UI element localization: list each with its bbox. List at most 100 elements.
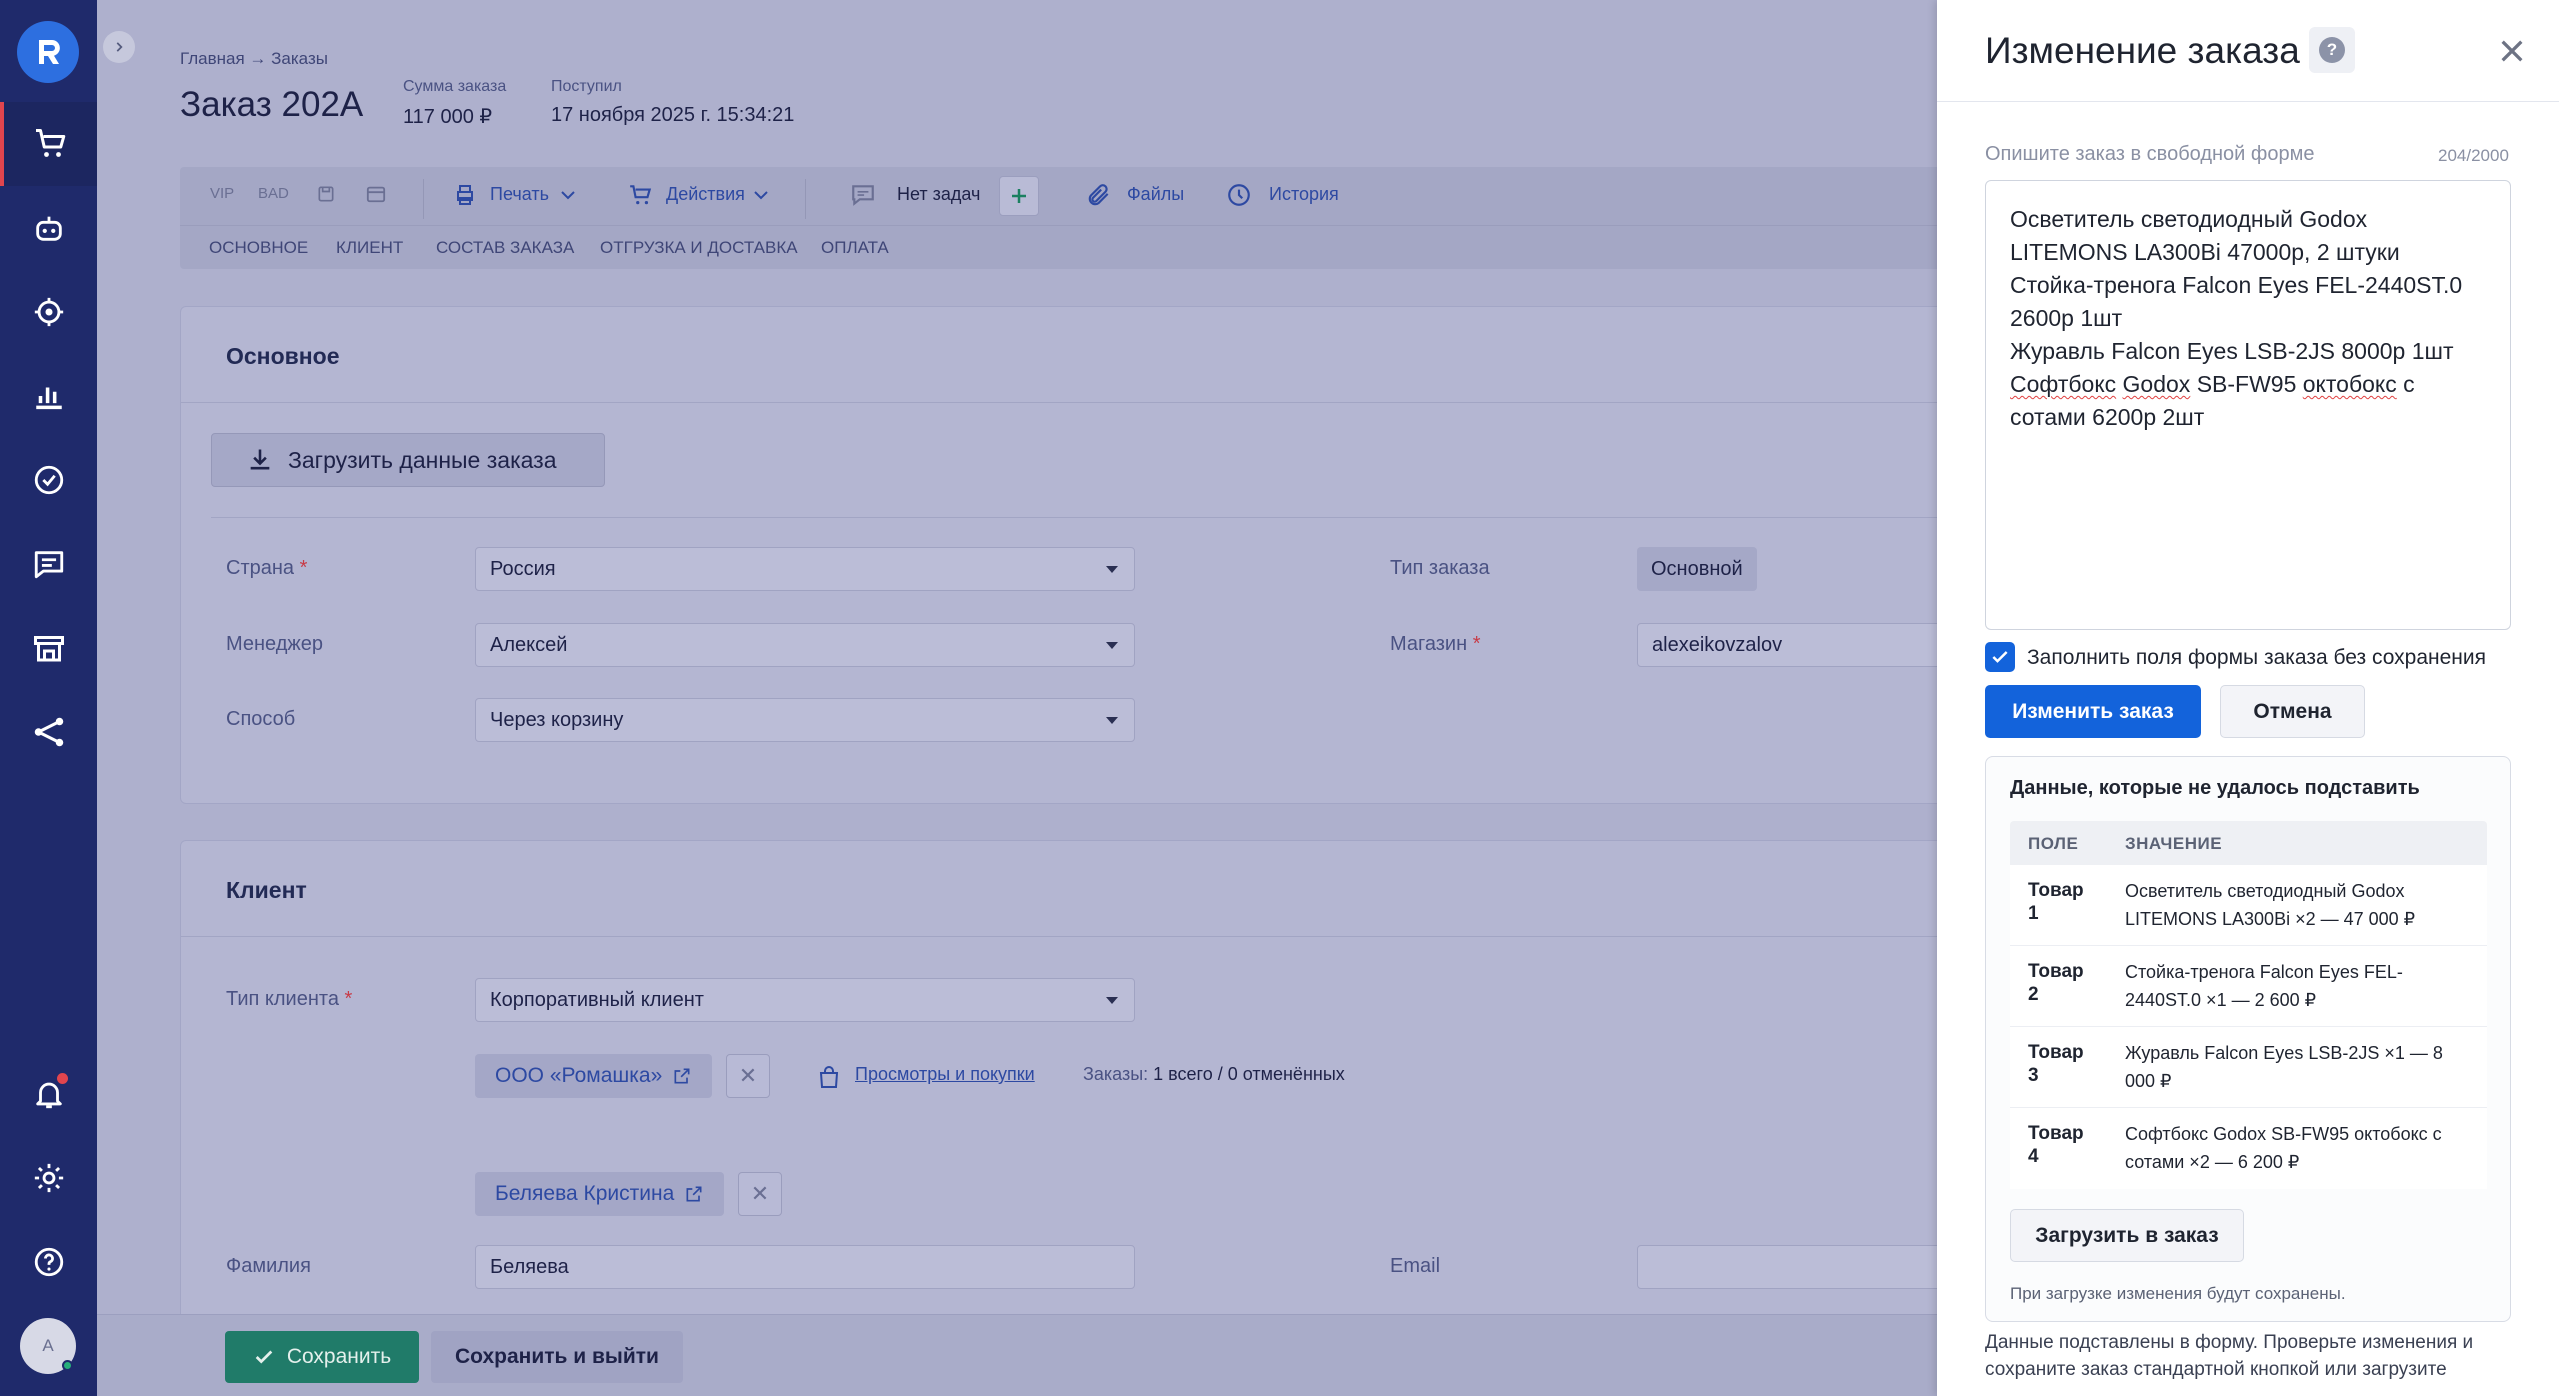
contact-chip[interactable]: Беляева Кристина — [475, 1172, 725, 1216]
online-status-dot — [62, 1360, 73, 1371]
fill-without-save-checkbox[interactable] — [1985, 642, 2015, 672]
submit-change-button[interactable]: Изменить заказ — [1985, 685, 2201, 738]
received-label: Поступил — [551, 78, 622, 95]
method-label: Способ — [226, 708, 296, 730]
manager-select[interactable]: Алексей — [475, 623, 1135, 667]
tab-payment[interactable]: ОПЛАТА — [821, 238, 889, 258]
text-line: Осветитель светодиодный Godox — [2010, 206, 2368, 232]
bad-tag[interactable]: BAD — [258, 185, 289, 202]
download-icon — [250, 449, 270, 470]
logo[interactable] — [17, 21, 79, 83]
table-row: Товар 3 Журавль Falcon Eyes LSB-2JS ×1 — … — [2010, 1027, 2487, 1108]
sidebar-item-tasks[interactable] — [0, 438, 97, 522]
external-link-icon — [674, 1068, 690, 1084]
description-label: Опишите заказ в свободной форме — [1985, 143, 2315, 165]
avatar[interactable]: A — [20, 1318, 76, 1374]
chat-icon — [34, 551, 63, 579]
order-toolbar: VIP BAD Печать Действия Нет задач Файлы … — [180, 167, 2210, 269]
sidebar-item-chats[interactable] — [0, 522, 97, 606]
tab-main[interactable]: ОСНОВНОЕ — [209, 238, 308, 258]
row-value: Журавль Falcon Eyes LSB-2JS ×1 — 8 000 ₽ — [2125, 1043, 2443, 1091]
sidebar-collapse-button[interactable] — [103, 31, 135, 63]
fill-without-save-label[interactable]: Заполнить поля формы заказа без сохранен… — [2027, 646, 2486, 670]
tab-client[interactable]: КЛИЕНТ — [336, 238, 403, 258]
row-field: Товар 3 — [2028, 1042, 2084, 1086]
comment-icon — [852, 185, 874, 206]
company-chip[interactable]: ООО «Ромашка» — [475, 1054, 713, 1098]
tab-shipping[interactable]: ОТГРУЗКА И ДОСТАВКА — [600, 238, 798, 258]
row-value: Осветитель светодиодный Godox LITEMONS L… — [2125, 881, 2416, 929]
clock-icon — [1228, 184, 1250, 206]
failed-data-table: ПОЛЕ ЗНАЧЕНИЕ Товар 1 Осветитель светодио… — [2010, 821, 2487, 1189]
check-icon — [1992, 651, 2008, 663]
col-field: ПОЛЕ — [2028, 834, 2079, 853]
store-icon — [33, 636, 64, 662]
sidebar-item-orders[interactable] — [0, 102, 97, 186]
sidebar-item-settings[interactable] — [0, 1136, 97, 1220]
manager-label: Менеджер — [226, 633, 324, 655]
load-to-order-button[interactable]: Загрузить в заказ — [2010, 1209, 2244, 1262]
text-line: Софтбокс Godox SB-FW95 октобокс с — [2010, 371, 2415, 397]
description-textarea[interactable]: Осветитель светодиодный Godox LITEMONS LA… — [1985, 180, 2511, 630]
remove-contact-button[interactable]: ✕ — [738, 1172, 782, 1216]
print-button[interactable]: Печать — [490, 184, 549, 205]
share-icon — [34, 717, 63, 747]
check-icon — [255, 1350, 273, 1364]
sum-value: 117 000 ₽ — [403, 106, 493, 128]
sidebar-item-bots[interactable] — [0, 186, 97, 270]
table-row: Товар 1 Осветитель светодиодный Godox LIT… — [2010, 865, 2487, 946]
caret-down-icon — [1106, 566, 1118, 573]
add-task-button[interactable] — [999, 176, 1039, 216]
lastname-input[interactable]: Беляева — [475, 1245, 1135, 1289]
text-line: 2600р 1шт — [2010, 305, 2123, 331]
history-button[interactable]: История — [1269, 184, 1339, 205]
vip-tag[interactable]: VIP — [210, 185, 234, 202]
tasks-status[interactable]: Нет задач — [897, 184, 980, 205]
method-select[interactable]: Через корзину — [475, 698, 1135, 742]
archive-icon[interactable] — [365, 184, 387, 204]
sidebar-item-notifications[interactable] — [0, 1052, 97, 1136]
shop-label: Магазин * — [1390, 633, 1481, 655]
char-counter: 204/2000 — [2438, 146, 2509, 165]
remove-company-button[interactable]: ✕ — [726, 1054, 770, 1098]
email-label: Email — [1390, 1255, 1441, 1277]
check-circle-icon — [34, 465, 63, 495]
save-exit-button[interactable]: Сохранить и выйти — [431, 1331, 683, 1383]
failed-data-title: Данные, которые не удалось подставить — [2010, 777, 2420, 799]
orders-summary: Заказы: 1 всего / 0 отменённых — [1083, 1064, 1345, 1084]
actions-button[interactable]: Действия — [666, 184, 745, 205]
target-icon — [34, 297, 63, 327]
order-type-label: Тип заказа — [1390, 557, 1490, 579]
views-purchases-link[interactable]: Просмотры и покупки — [855, 1064, 1035, 1085]
chevron-right-icon — [116, 42, 123, 52]
printer-icon — [457, 185, 473, 205]
close-icon — [2501, 40, 2523, 62]
save-button[interactable]: Сохранить — [225, 1331, 419, 1383]
row-value: Стойка-тренога Falcon Eyes FEL-2440ST.0 … — [2125, 962, 2403, 1010]
tab-order-items[interactable]: СОСТАВ ЗАКАЗА — [436, 238, 574, 258]
save-draft-icon[interactable] — [316, 184, 336, 204]
client-type-select[interactable]: Корпоративный клиент — [475, 978, 1135, 1022]
upload-order-data-button[interactable]: Загрузить данные заказа — [211, 433, 605, 487]
sidebar-item-marketing[interactable] — [0, 270, 97, 354]
files-button[interactable]: Файлы — [1127, 184, 1184, 205]
breadcrumb[interactable]: Главная → Заказы — [180, 49, 328, 69]
sidebar-item-analytics[interactable] — [0, 354, 97, 438]
cancel-button[interactable]: Отмена — [2220, 685, 2365, 738]
load-note: При загрузке изменения будут сохранены. — [2010, 1284, 2346, 1303]
sidebar-item-store[interactable] — [0, 606, 97, 690]
country-label: Страна * — [226, 557, 308, 579]
close-panel-button[interactable] — [2493, 32, 2531, 70]
help-icon: ? — [2319, 37, 2345, 63]
order-type-value[interactable]: Основной — [1637, 547, 1757, 591]
bag-icon — [819, 1066, 839, 1088]
row-value: Софтбокс Godox SB-FW95 октобокс с сотами… — [2125, 1124, 2442, 1172]
table-row: Товар 4 Софтбокс Godox SB-FW95 октобокс с… — [2010, 1108, 2487, 1189]
received-value: 17 ноября 2025 г. 15:34:21 — [551, 104, 795, 126]
help-button[interactable]: ? — [2309, 27, 2355, 73]
country-select[interactable]: Россия — [475, 547, 1135, 591]
chart-icon — [35, 387, 62, 410]
sidebar-item-help[interactable] — [0, 1220, 97, 1304]
sidebar-item-integrations[interactable] — [0, 690, 97, 774]
sidebar: A — [0, 0, 97, 1396]
